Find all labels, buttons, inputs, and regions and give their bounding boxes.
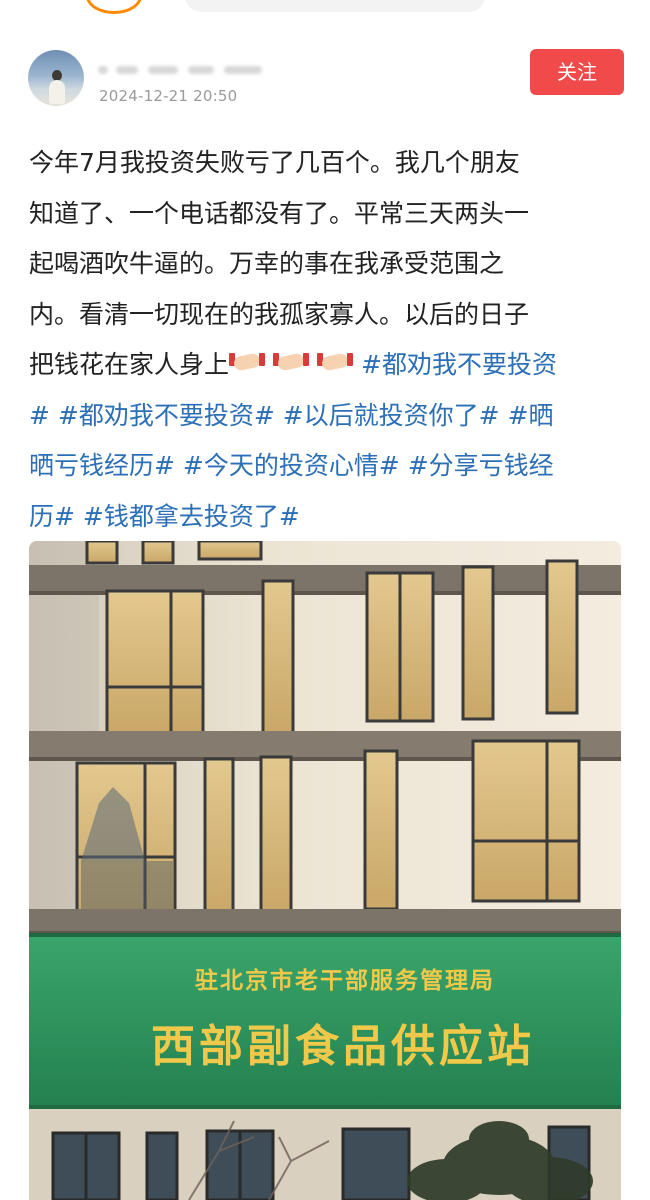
post-body: 今年7月我投资失败亏了几百个。我几个朋友 知道了、一个电话都没有了。平常三天两头… [29, 138, 629, 542]
back-icon[interactable] [86, 0, 142, 14]
handshake-icon [229, 350, 266, 376]
search-bar[interactable] [185, 0, 485, 12]
follow-button[interactable]: 关注 [530, 49, 624, 95]
hashtag-line-7[interactable]: 晒亏钱经历# #今天的投资心情# #分享亏钱经 [29, 441, 629, 492]
post-line-2: 知道了、一个电话都没有了。平常三天两头一 [29, 198, 530, 228]
post-line-3: 起喝酒吹牛逼的。万幸的事在我承受范围之 [29, 249, 505, 278]
post-photo[interactable]: 驻北京市老干部服务管理局 西部副食品供应站 [29, 541, 621, 1200]
sign-line-1: 驻北京市老干部服务管理局 [195, 967, 495, 994]
avatar-figure-body [49, 80, 65, 104]
handshake-icon [273, 350, 310, 376]
hashtag-line-6[interactable]: # #都劝我不要投资# #以后就投资你了# #晒 [29, 391, 629, 442]
post-timestamp: 2024-12-21 20:50 [99, 87, 238, 105]
hashtag-link[interactable]: #都劝我不要投资 [361, 350, 557, 379]
avatar[interactable] [28, 50, 84, 106]
post-line-1: 今年7月我投资失败亏了几百个。我几个朋友 [29, 148, 520, 177]
post-line-4: 内。看清一切现在的我孤家寡人。以后的日子 [29, 299, 530, 329]
post-line-5: 把钱花在家人身上 #都劝我不要投资 [29, 340, 629, 391]
sign-line-2: 西部副食品供应站 [151, 1021, 535, 1072]
post-line-5-text: 把钱花在家人身上 [29, 350, 230, 379]
hashtag-line-8[interactable]: 历# #钱都拿去投资了# [29, 492, 629, 543]
username-redacted[interactable] [98, 62, 264, 78]
handshake-icon [317, 350, 354, 376]
building-photo-svg: 驻北京市老干部服务管理局 西部副食品供应站 [29, 541, 621, 1200]
top-bar [0, 0, 650, 14]
